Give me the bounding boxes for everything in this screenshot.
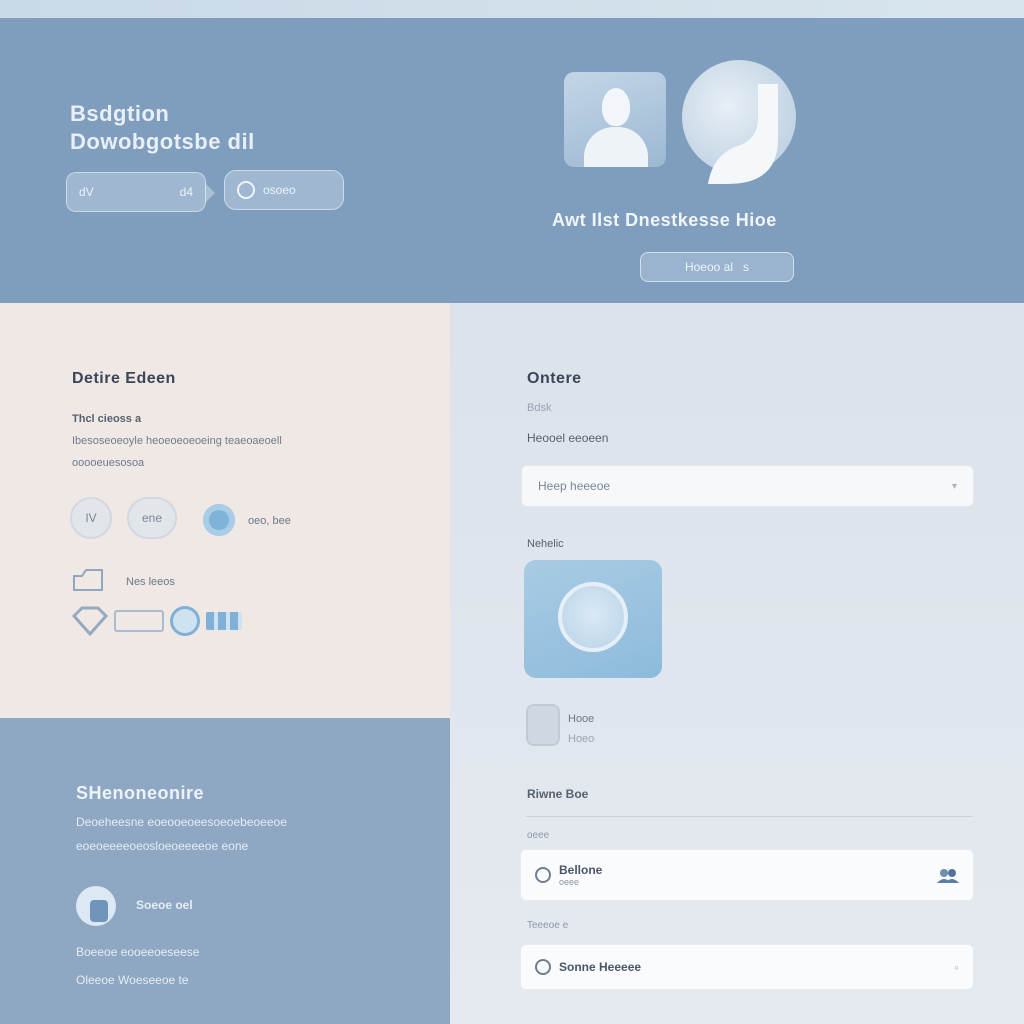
details-body-line-2: ooooeuesosoa (72, 457, 145, 469)
row-1-label: oeee (527, 830, 550, 841)
chip-button-2[interactable]: ene (127, 497, 177, 539)
hero-button-suffix: s (743, 260, 750, 274)
details-subheading: Thcl cieoss a (72, 413, 142, 425)
avatar-body (584, 127, 648, 167)
hero-title: Bsdgtion Dowobgotsbe dil (70, 100, 255, 156)
section-divider (526, 816, 972, 817)
info-footer-line-2: Oleeoe Woeseeoe te (76, 973, 189, 987)
mini-card-line-1: Hooe (568, 713, 595, 725)
link-icon (237, 181, 255, 199)
select-field-value: Heep heeeoe (538, 479, 611, 493)
hook-logo-icon (708, 84, 778, 184)
status-dot-icon (203, 504, 235, 536)
user-avatar-icon[interactable] (564, 72, 666, 167)
hero-title-line-1: Bsdgtion (70, 101, 170, 126)
settings-heading: Ontere (527, 370, 582, 387)
hero-caption: Awt Ilst Dnestkesse Hioe (552, 210, 777, 230)
circle-icon[interactable] (170, 606, 200, 636)
mini-card-line-2: Hoeo (568, 733, 595, 745)
document-icon[interactable] (526, 704, 560, 746)
rectangle-icon[interactable] (114, 610, 164, 632)
details-body-line-1: Ibesoseoeoyle heoeoeoeoeing teaeoaeoell (72, 435, 282, 447)
section-title: Riwne Boe (527, 787, 589, 801)
avatar-head (602, 88, 630, 126)
info-body-line-1: Deoeheesne eoeooeoeesoeoebeoeeoe (76, 815, 287, 829)
row-label: Nes leeos (126, 576, 175, 588)
hero-button-label: Hoeoo al (684, 260, 734, 274)
media-label: Nehelic (527, 538, 564, 550)
hero-title-line-2: Dowobgotsbe dil (70, 129, 255, 154)
info-footer-line-1: Boeeoe eooeeoeseese (76, 945, 200, 959)
pill-left-text: dV (79, 185, 94, 199)
folder-icon (73, 569, 103, 591)
chip-button-1[interactable]: IV (70, 497, 112, 539)
settings-label-small: Bdsk (527, 402, 552, 414)
pill-right-text: d4 (179, 185, 193, 199)
bars-icon[interactable] (206, 612, 242, 630)
image-upload-tile[interactable] (524, 560, 662, 678)
details-heading: Detire Edeen (72, 370, 176, 387)
select-field[interactable]: Heep heeeoe ▾ (521, 465, 974, 507)
user-icon[interactable] (76, 886, 116, 926)
chevron-down-icon: ▾ (951, 480, 957, 492)
status-label: oeo, bee (248, 515, 291, 527)
list-item-title: Sonne Heeeee (559, 960, 642, 974)
row-2-label: Teeeoe e (527, 920, 569, 931)
hero-action-button[interactable]: Hoeoo al s (640, 252, 794, 282)
ring-icon (535, 867, 551, 883)
top-strip (0, 0, 1024, 18)
hero-banner (0, 18, 1024, 303)
info-panel (0, 718, 450, 1024)
image-icon (558, 582, 628, 652)
primary-pill-button[interactable]: dV d4 (66, 172, 215, 212)
list-item-subtitle: oeee (559, 877, 580, 887)
users-icon[interactable] (937, 867, 959, 883)
info-body-line-2: eoeoeeeeoeosloeoeeeeoe eone (76, 839, 249, 853)
secondary-pill-button[interactable]: osoeo (224, 170, 344, 210)
ring-icon (535, 959, 551, 975)
info-heading: SHenoneonire (76, 783, 205, 803)
secondary-pill-text: osoeo (263, 183, 296, 197)
icon-row (72, 606, 242, 636)
list-item-title: Bellone (559, 863, 603, 877)
field-label: Heooel eeoeen (527, 431, 609, 445)
info-icon[interactable]: ◦ (954, 959, 959, 975)
list-item[interactable]: Sonne Heeeee ◦ (520, 944, 974, 990)
diamond-icon[interactable] (72, 606, 108, 636)
user-label: Soeoe oel (136, 898, 193, 912)
list-item[interactable]: Bellone oeee (520, 849, 974, 901)
